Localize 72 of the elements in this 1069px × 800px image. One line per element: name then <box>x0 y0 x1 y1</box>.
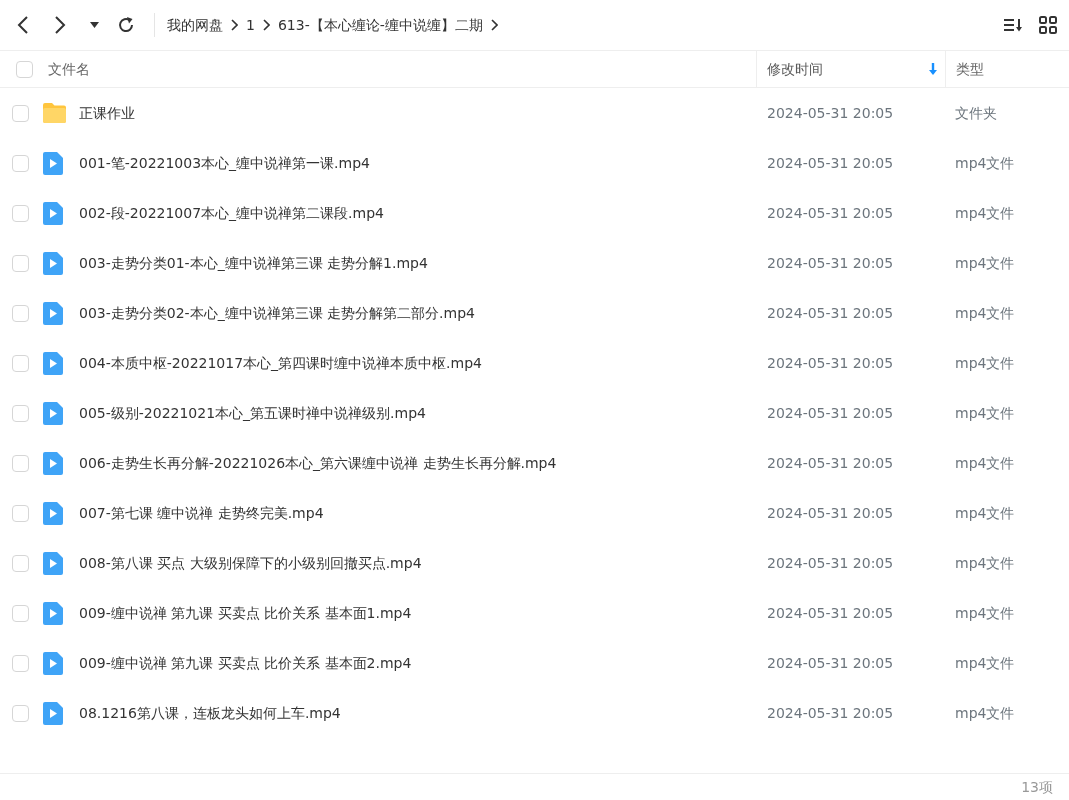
grid-view-button[interactable] <box>1039 16 1057 34</box>
row-checkbox[interactable] <box>12 554 29 572</box>
modified-time: 2024-05-31 20:05 <box>767 254 894 271</box>
file-name[interactable]: 005-级别-20221021本心_第五课时禅中说禅级别.mp4 <box>79 402 426 424</box>
row-checkbox[interactable] <box>12 704 29 722</box>
row-checkbox[interactable] <box>12 104 29 122</box>
sort-icon <box>1003 17 1023 33</box>
chevron-icon <box>262 19 270 31</box>
column-header[interactable]: 文件名 <box>48 58 90 80</box>
breadcrumb-link[interactable]: 613-【本心缠论-缠中说缠】二期 <box>277 14 483 36</box>
column-header[interactable]: 修改时间 <box>767 58 823 80</box>
file-type: mp4文件 <box>955 304 1015 321</box>
row-checkbox[interactable] <box>12 654 29 672</box>
file-type: mp4文件 <box>955 354 1015 371</box>
file-name[interactable]: 006-走势生长再分解-20221026本心_第六课缠中说禅 走势生长再分解.mp4 <box>79 452 557 474</box>
modified-time: 2024-05-31 20:05 <box>767 154 894 171</box>
row-checkbox[interactable] <box>12 304 29 322</box>
modified-time: 2024-05-31 20:05 <box>767 354 894 371</box>
folder-name[interactable]: 正课作业 <box>79 102 135 124</box>
chevron-icon <box>231 19 238 31</box>
folder-icon <box>42 100 67 126</box>
modified-time: 2024-05-31 20:05 <box>767 454 894 471</box>
row-checkbox[interactable] <box>12 204 29 222</box>
row-checkbox[interactable] <box>12 454 29 472</box>
modified-time: 2024-05-31 20:05 <box>767 204 894 221</box>
row-checkbox[interactable] <box>12 354 29 372</box>
caret-icon <box>89 22 99 28</box>
row-checkbox[interactable] <box>12 154 29 172</box>
select-all-checkbox[interactable] <box>16 60 33 78</box>
file-name[interactable]: 002-段-20221007本心_缠中说禅第二课段.mp4 <box>79 202 384 224</box>
back-icon <box>17 15 29 35</box>
breadcrumb-link[interactable]: 我的网盘 <box>167 14 223 36</box>
row-checkbox[interactable] <box>12 404 29 422</box>
file-name[interactable]: 007-第七课 缠中说禅 走势终完美.mp4 <box>79 502 324 524</box>
refresh-icon <box>117 16 135 34</box>
file-type: mp4文件 <box>955 254 1015 271</box>
file-name[interactable]: 001-笔-20221003本心_缠中说禅第一课.mp4 <box>79 152 370 174</box>
modified-time: 2024-05-31 20:05 <box>767 554 894 571</box>
row-checkbox[interactable] <box>12 604 29 622</box>
file-name[interactable]: 008-第八课 买点 大级别保障下的小级别回撤买点.mp4 <box>79 552 422 574</box>
row-checkbox[interactable] <box>12 254 29 272</box>
file-type: mp4文件 <box>955 604 1015 621</box>
file-name[interactable]: 003-走势分类01-本心_缠中说禅第三课 走势分解1.mp4 <box>79 252 428 274</box>
file-type: 文件夹 <box>955 104 997 121</box>
file-name[interactable]: 08.1216第八课，连板龙头如何上车.mp4 <box>79 702 341 724</box>
grid-icon <box>1039 16 1057 34</box>
file-type: mp4文件 <box>955 154 1015 171</box>
file-name[interactable]: 003-走势分类02-本心_缠中说禅第三课 走势分解第二部分.mp4 <box>79 302 475 324</box>
chevron-icon <box>490 19 498 31</box>
modified-time: 2024-05-31 20:05 <box>767 604 894 621</box>
modified-time: 2024-05-31 20:05 <box>767 404 894 421</box>
modified-time: 2024-05-31 20:05 <box>767 654 894 671</box>
file-type: mp4文件 <box>955 554 1015 571</box>
modified-time: 2024-05-31 20:05 <box>767 304 894 321</box>
file-type: mp4文件 <box>955 654 1015 671</box>
sort-button[interactable] <box>1003 17 1023 33</box>
file-name[interactable]: 009-缠中说禅 第九课 买卖点 比价关系 基本面2.mp4 <box>79 652 412 674</box>
file-type: mp4文件 <box>955 454 1015 471</box>
file-name[interactable]: 004-本质中枢-20221017本心_第四课时缠中说禅本质中枢.mp4 <box>79 352 482 374</box>
file-type: mp4文件 <box>955 704 1015 721</box>
item-count: 13项 <box>1021 777 1053 797</box>
breadcrumb-link[interactable]: 1 <box>246 14 255 36</box>
modified-time: 2024-05-31 20:05 <box>767 704 894 721</box>
column-header[interactable]: 类型 <box>956 58 984 80</box>
file-type: mp4文件 <box>955 204 1015 221</box>
file-type: mp4文件 <box>955 504 1015 521</box>
row-checkbox[interactable] <box>12 504 29 522</box>
forward-icon <box>54 15 66 35</box>
modified-time: 2024-05-31 20:05 <box>767 504 894 521</box>
file-type: mp4文件 <box>955 404 1015 421</box>
file-name[interactable]: 009-缠中说禅 第九课 买卖点 比价关系 基本面1.mp4 <box>79 602 412 624</box>
modified-time: 2024-05-31 20:05 <box>767 104 894 121</box>
